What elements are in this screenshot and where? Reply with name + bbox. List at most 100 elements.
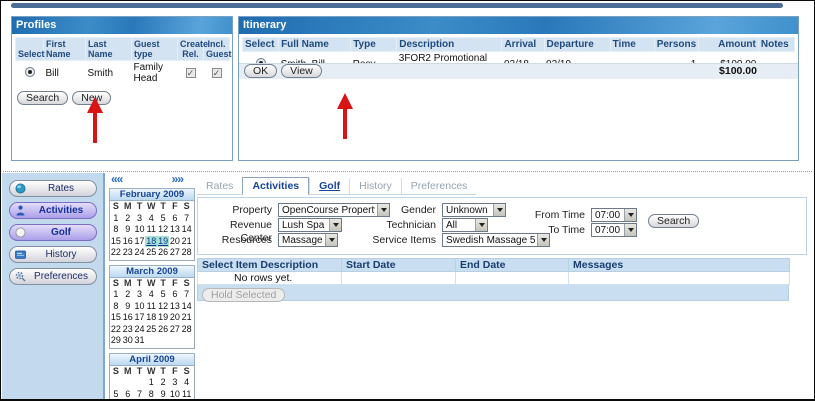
- calendar-day[interactable]: 9: [157, 389, 169, 401]
- tab-rates[interactable]: Rates: [197, 178, 242, 194]
- calendar-day[interactable]: 7: [181, 289, 193, 301]
- create-rel-checkbox[interactable]: [186, 68, 196, 78]
- calendar-day[interactable]: 1: [110, 213, 122, 225]
- search-button[interactable]: Search: [17, 91, 68, 105]
- sidebar-item-history[interactable]: History: [9, 246, 97, 263]
- technician-select[interactable]: All: [442, 218, 488, 232]
- sidebar-item-golf[interactable]: Golf: [9, 224, 97, 241]
- calendar-day[interactable]: 8: [110, 224, 122, 236]
- calendar-day[interactable]: 20: [169, 236, 181, 248]
- calendar-day[interactable]: 6: [169, 289, 181, 301]
- calendar-day[interactable]: 15: [110, 236, 122, 248]
- calendar-day[interactable]: 5: [110, 389, 122, 401]
- calendar-day[interactable]: 14: [181, 301, 193, 313]
- calendar-day[interactable]: 4: [181, 377, 193, 389]
- calendar-day[interactable]: 3: [134, 213, 146, 225]
- calendar-day[interactable]: 30: [122, 335, 134, 347]
- tab-activities[interactable]: Activities: [242, 177, 309, 195]
- calendar-day[interactable]: 8: [110, 301, 122, 313]
- calendar-day[interactable]: 21: [181, 236, 193, 248]
- view-button[interactable]: View: [281, 64, 322, 78]
- tab-history[interactable]: History: [349, 178, 401, 194]
- calendar-day[interactable]: 6: [169, 213, 181, 225]
- calendar-day[interactable]: 7: [134, 389, 146, 401]
- calendar-day[interactable]: 2: [157, 377, 169, 389]
- calendar-next-button[interactable]: »»: [172, 174, 183, 187]
- calendar-day[interactable]: 27: [169, 247, 181, 259]
- calendar-day[interactable]: 19: [157, 236, 169, 248]
- calendar-day[interactable]: 24: [134, 247, 146, 259]
- calendar-day[interactable]: 9: [122, 301, 134, 313]
- profile-select-radio[interactable]: [25, 67, 35, 77]
- profiles-panel-title: Profiles: [12, 17, 232, 34]
- to-time-select[interactable]: 07:00: [591, 223, 637, 237]
- tab-preferences[interactable]: Preferences: [401, 178, 477, 194]
- calendar-day[interactable]: 28: [181, 247, 193, 259]
- calendar-day[interactable]: 16: [122, 312, 134, 324]
- calendar-day[interactable]: 27: [169, 324, 181, 336]
- calendar-day[interactable]: 17: [134, 312, 146, 324]
- calendar-day[interactable]: 2: [122, 213, 134, 225]
- calendar-day[interactable]: 26: [157, 324, 169, 336]
- calendar-day[interactable]: 7: [181, 213, 193, 225]
- calendar-day[interactable]: 12: [157, 301, 169, 313]
- calendar-day[interactable]: 13: [169, 301, 181, 313]
- calendar-day[interactable]: 10: [134, 301, 146, 313]
- calendar-day[interactable]: 23: [122, 247, 134, 259]
- calendar-day[interactable]: 4: [145, 289, 157, 301]
- calendar-day[interactable]: 9: [122, 224, 134, 236]
- calendar-day[interactable]: 1: [110, 289, 122, 301]
- calendar-day[interactable]: 18: [145, 236, 157, 248]
- calendar-day[interactable]: 16: [122, 236, 134, 248]
- calendar-day[interactable]: 19: [157, 312, 169, 324]
- from-time-select[interactable]: 07:00: [591, 208, 637, 222]
- calendar-day[interactable]: 12: [157, 224, 169, 236]
- calendar-day[interactable]: 17: [134, 236, 146, 248]
- calendar-day[interactable]: 29: [110, 335, 122, 347]
- app-window: Profiles Select First Name Last Name Gue…: [0, 0, 815, 401]
- calendar-day[interactable]: 1: [145, 377, 157, 389]
- calendar-day[interactable]: 2: [122, 289, 134, 301]
- calendar-day[interactable]: 5: [157, 289, 169, 301]
- calendar-day[interactable]: 11: [181, 389, 193, 401]
- calendar-day[interactable]: 25: [145, 324, 157, 336]
- calendar-day[interactable]: 13: [169, 224, 181, 236]
- hold-selected-button[interactable]: Hold Selected: [202, 288, 285, 302]
- calendar-day[interactable]: 6: [122, 389, 134, 401]
- calendar-day[interactable]: 11: [145, 224, 157, 236]
- calendar-prev-button[interactable]: ««: [111, 174, 122, 187]
- calendar-day[interactable]: 20: [169, 312, 181, 324]
- sidebar-item-rates[interactable]: Rates: [9, 180, 97, 197]
- calendar-day[interactable]: 3: [169, 377, 181, 389]
- calendar-day[interactable]: 18: [145, 312, 157, 324]
- red-arrow-annotation: [87, 97, 103, 143]
- calendar-day[interactable]: 22: [110, 247, 122, 259]
- calendar-day[interactable]: 22: [110, 324, 122, 336]
- calendar-month: April 2009SMTWTFS12345678910111213141516…: [109, 353, 195, 401]
- calendar-day[interactable]: 28: [181, 324, 193, 336]
- calendar-day[interactable]: 31: [134, 335, 146, 347]
- sidebar-item-activities[interactable]: Activities: [9, 202, 97, 219]
- tab-golf[interactable]: Golf: [309, 178, 349, 194]
- calendar-day[interactable]: 3: [134, 289, 146, 301]
- calendar-day[interactable]: 8: [145, 389, 157, 401]
- calendar-day[interactable]: 11: [145, 301, 157, 313]
- calendar-day[interactable]: 21: [181, 312, 193, 324]
- calendar-dow-label: T: [134, 201, 146, 213]
- incl-guest-checkbox[interactable]: [212, 68, 222, 78]
- calendar-day[interactable]: 5: [157, 213, 169, 225]
- calendar-day[interactable]: 14: [181, 224, 193, 236]
- calendar-day[interactable]: 10: [134, 224, 146, 236]
- calendar-day[interactable]: 23: [122, 324, 134, 336]
- calendar-day[interactable]: 26: [157, 247, 169, 259]
- calendar-day[interactable]: 25: [145, 247, 157, 259]
- calendar-day[interactable]: 10: [169, 389, 181, 401]
- sidebar-item-preferences[interactable]: Preferences: [9, 268, 97, 285]
- activities-search-button[interactable]: Search: [648, 214, 699, 228]
- calendar-day[interactable]: 24: [134, 324, 146, 336]
- col-end-date: End Date: [456, 259, 569, 272]
- sidebar-item-label: History: [27, 249, 96, 260]
- calendar-day[interactable]: 4: [145, 213, 157, 225]
- calendar-day[interactable]: 15: [110, 312, 122, 324]
- ok-button[interactable]: OK: [244, 64, 277, 78]
